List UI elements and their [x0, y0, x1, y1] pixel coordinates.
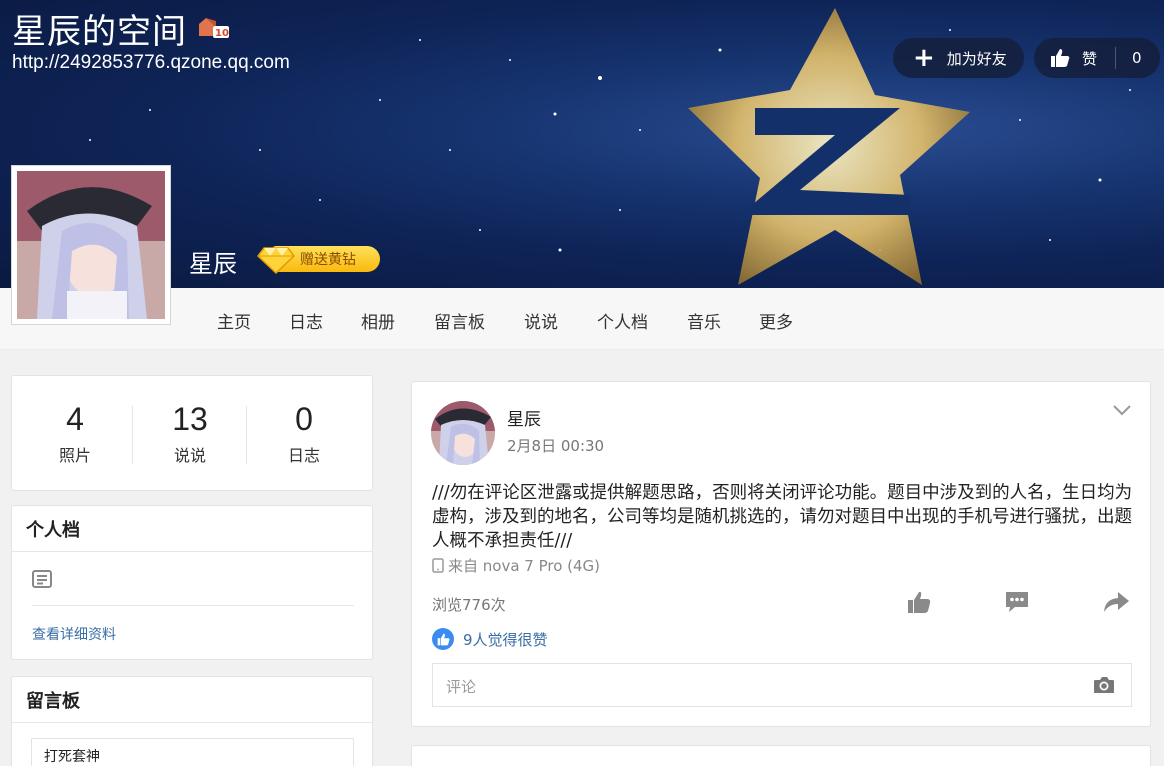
like-count: 0 [1132, 49, 1142, 67]
like-icon[interactable] [907, 590, 931, 614]
divider [132, 406, 133, 464]
nav-more[interactable]: 更多 [759, 308, 793, 333]
like-space-button[interactable]: 赞 0 [1034, 38, 1160, 78]
message-board-title: 留言板 [12, 677, 372, 723]
space-title: 星辰的空间 [12, 12, 187, 52]
nav-music[interactable]: 音乐 [687, 308, 721, 333]
stat-value: 4 [66, 401, 84, 437]
post-author-name[interactable]: 星辰 [507, 405, 541, 430]
divider [1115, 47, 1117, 69]
nav-blog[interactable]: 日志 [289, 308, 323, 333]
stat-moments[interactable]: 13 说说 [135, 400, 245, 466]
divider [32, 605, 354, 606]
post-likes-label: 9人觉得很赞 [463, 630, 548, 649]
level-number: 10 [215, 28, 229, 39]
view-profile-link[interactable]: 查看详细资料 [32, 624, 116, 644]
stat-photos[interactable]: 4 照片 [20, 400, 130, 466]
comment-input[interactable]: 评论 [432, 663, 1132, 707]
cover-banner: 星辰的空间 10 http://2492853776.qzone.qq.com … [0, 0, 1164, 288]
camera-icon[interactable] [1093, 675, 1115, 695]
nav-moments[interactable]: 说说 [524, 308, 558, 333]
comment-placeholder: 评论 [446, 678, 477, 696]
divider [246, 406, 247, 464]
add-friend-button[interactable]: + 加为好友 [893, 38, 1024, 78]
owner-name: 星辰 [189, 250, 237, 278]
share-icon[interactable] [1102, 590, 1130, 614]
profile-card: 个人档 查看详细资料 [11, 505, 373, 660]
stat-label: 照片 [58, 446, 91, 465]
add-friend-label: 加为好友 [946, 49, 1007, 68]
plus-icon: + [913, 43, 935, 73]
profile-card-title: 个人档 [12, 506, 372, 552]
stat-value: 0 [295, 401, 313, 437]
post-author-avatar[interactable] [431, 401, 495, 465]
stats-card: 4 照片 13 说说 0 日志 [11, 375, 373, 491]
feed-post: 星辰 2月8日 00:30 ///勿在评论区泄露或提供解题思路，否则将关闭评论功… [411, 381, 1151, 727]
post-likes[interactable]: 9人觉得很赞 [432, 628, 548, 650]
post-views: 浏览776次 [432, 596, 506, 614]
main-nav: 主页 日志 相册 留言板 说说 个人档 音乐 更多 [0, 288, 1164, 350]
post-device: 来自 nova 7 Pro (4G) [432, 555, 600, 576]
document-icon [32, 570, 52, 588]
stat-label: 日志 [287, 446, 320, 465]
post-device-label: 来自 nova 7 Pro (4G) [448, 557, 601, 575]
post-timestamp: 2月8日 00:30 [507, 437, 605, 455]
gift-vip-button[interactable]: 赠送黄钻 [256, 244, 380, 274]
avatar-image [17, 171, 165, 319]
owner-avatar[interactable] [11, 165, 171, 325]
stat-label: 说说 [173, 446, 206, 465]
phone-icon [432, 558, 444, 573]
nav-profile[interactable]: 个人档 [597, 308, 648, 333]
comment-icon[interactable] [1004, 590, 1030, 614]
post-content: ///勿在评论区泄露或提供解题思路，否则将关闭评论功能。题目中涉及到的人名，生日… [432, 483, 1133, 551]
like-label: 赞 [1082, 49, 1098, 68]
stat-value: 13 [172, 401, 208, 437]
space-url[interactable]: http://2492853776.qzone.qq.com [12, 52, 290, 74]
feed-post [411, 745, 1151, 766]
level-badge-icon: 10 [199, 18, 229, 39]
like-badge-icon [432, 628, 454, 650]
nav-message-board[interactable]: 留言板 [434, 308, 485, 333]
thumbs-up-icon [1051, 49, 1070, 67]
nav-home[interactable]: 主页 [217, 308, 251, 333]
stat-blogs[interactable]: 0 日志 [249, 400, 359, 466]
nav-album[interactable]: 相册 [361, 308, 395, 333]
message-board-card: 留言板 打死套神 [11, 676, 373, 766]
message-board-entry[interactable]: 打死套神 [31, 738, 354, 766]
chevron-down-icon[interactable] [1112, 404, 1132, 416]
diamond-icon [256, 247, 296, 274]
